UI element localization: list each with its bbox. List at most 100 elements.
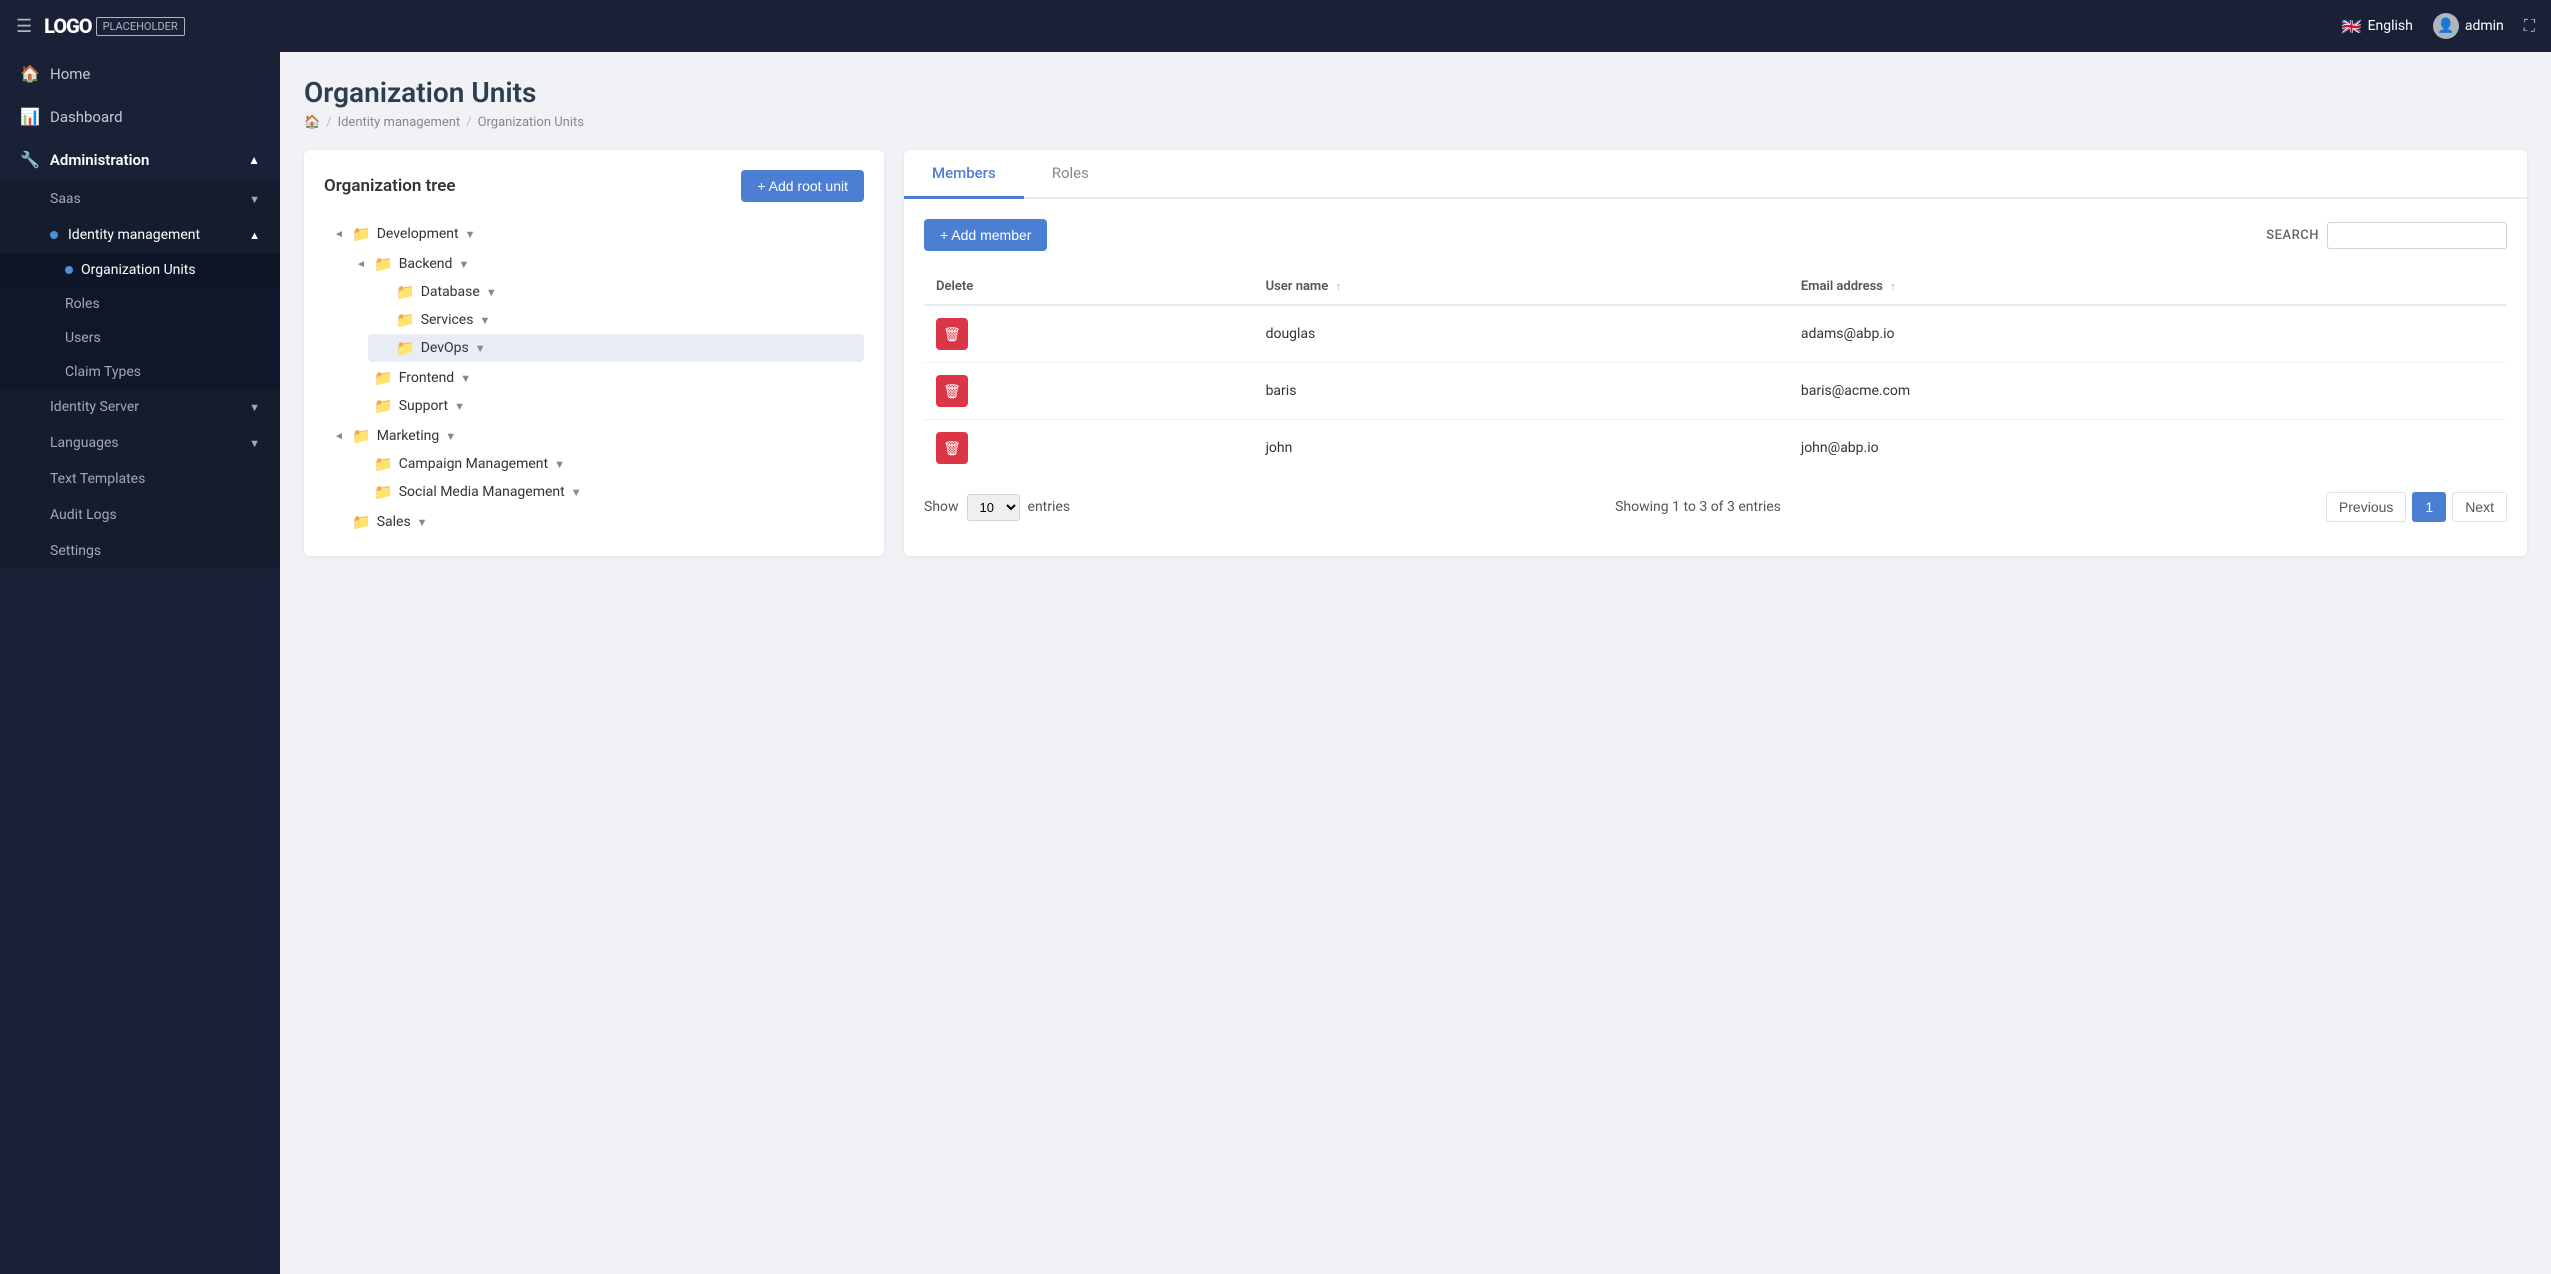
col-header-email[interactable]: Email address ↑: [1789, 269, 2507, 305]
pagination-buttons: Previous 1 Next: [2326, 492, 2507, 522]
identity-management-chevron-icon: ▲: [249, 229, 260, 242]
tree-row-database[interactable]: 📁 Database ▼: [368, 278, 864, 306]
table-header: Delete User name ↑ Email address ↑: [924, 269, 2507, 305]
tree-row-services[interactable]: 📁 Services ▼: [368, 306, 864, 334]
sidebar-item-claim-types[interactable]: Claim Types: [0, 355, 280, 389]
tree-row-sales[interactable]: 📁 Sales ▼: [324, 508, 864, 536]
tree-row-support[interactable]: 📁 Support ▼: [346, 392, 864, 420]
tree-children-development: ◄ 📁 Backend ▼ 📁 Database: [324, 250, 864, 420]
folder-icon-services: 📁: [396, 311, 415, 329]
layout: 🏠 Home 📊 Dashboard 🔧 Administration ▲ Sa…: [0, 52, 2551, 1274]
content-row: Organization tree + Add root unit ◄ 📁 De…: [304, 150, 2527, 556]
search-box: SEARCH: [2266, 222, 2507, 249]
tree-row-campaign-management[interactable]: 📁 Campaign Management ▼: [346, 450, 864, 478]
sidebar-languages-label: Languages: [50, 435, 119, 451]
tree-row-development[interactable]: ◄ 📁 Development ▼: [324, 220, 864, 248]
entries-select[interactable]: 10 25 50: [967, 494, 1020, 521]
tree-children-marketing: 📁 Campaign Management ▼ 📁 Social Media M…: [324, 450, 864, 506]
members-toolbar: + Add member SEARCH: [924, 219, 2507, 251]
delete-button-baris[interactable]: 🗑: [936, 375, 968, 407]
tree-label-devops: DevOps: [421, 340, 469, 356]
tree-caret-development: ▼: [465, 228, 476, 241]
sidebar-item-audit-logs[interactable]: Audit Logs: [0, 497, 280, 533]
sidebar-item-identity-management[interactable]: Identity management ▲: [0, 217, 280, 253]
expand-icon[interactable]: ⛶: [2524, 16, 2535, 36]
tree-row-frontend[interactable]: 📁 Frontend ▼: [346, 364, 864, 392]
show-label: Show: [924, 499, 959, 515]
username-sort-icon: ↑: [1335, 280, 1341, 293]
pagination-row: Show 10 25 50 entries Showing 1 to 3 of …: [924, 476, 2507, 526]
tree-row-backend[interactable]: ◄ 📁 Backend ▼: [346, 250, 864, 278]
tree-caret-frontend: ▼: [460, 372, 471, 385]
breadcrumb-sep2: /: [466, 115, 471, 130]
page-header: Organization Units 🏠 / Identity manageme…: [304, 76, 2527, 130]
add-member-button[interactable]: + Add member: [924, 219, 1047, 251]
sidebar-identity-management-label: Identity management: [68, 227, 200, 243]
sidebar-claim-types-label: Claim Types: [65, 364, 141, 380]
tree-label-support: Support: [399, 398, 448, 414]
sidebar-item-home[interactable]: 🏠 Home: [0, 52, 280, 95]
sidebar-item-saas[interactable]: Saas ▼: [0, 181, 280, 217]
tab-roles[interactable]: Roles: [1024, 150, 1117, 199]
tree-label-services: Services: [421, 312, 474, 328]
topbar: ☰ LOGO PLACEHOLDER 🇬🇧 English 👤 admin ⛶: [0, 0, 2551, 52]
tab-members[interactable]: Members: [904, 150, 1024, 199]
sidebar-item-languages[interactable]: Languages ▼: [0, 425, 280, 461]
sidebar-users-label: Users: [65, 330, 101, 346]
sidebar-item-users[interactable]: Users: [0, 321, 280, 355]
language-selector[interactable]: 🇬🇧 English: [2342, 17, 2413, 36]
table-row: 🗑 baris baris@acme.com: [924, 363, 2507, 420]
email-sort-icon: ↑: [1890, 280, 1896, 293]
tree-panel-header: Organization tree + Add root unit: [324, 170, 864, 202]
user-menu[interactable]: 👤 admin: [2433, 13, 2504, 39]
sidebar-item-identity-server[interactable]: Identity Server ▼: [0, 389, 280, 425]
breadcrumb-identity-link[interactable]: Identity management: [338, 115, 461, 130]
logo-text: LOGO: [44, 14, 91, 38]
sidebar-roles-label: Roles: [65, 296, 100, 312]
previous-page-button[interactable]: Previous: [2326, 492, 2406, 522]
search-input[interactable]: [2327, 222, 2507, 249]
table-row: 🗑 douglas adams@abp.io: [924, 305, 2507, 363]
next-page-button[interactable]: Next: [2452, 492, 2507, 522]
org-units-dot: [65, 266, 73, 274]
sidebar-item-administration[interactable]: 🔧 Administration ▲: [0, 138, 280, 181]
tree-row-social-media[interactable]: 📁 Social Media Management ▼: [346, 478, 864, 506]
sidebar-item-org-units[interactable]: Organization Units: [0, 253, 280, 287]
members-tabs: Members Roles: [904, 150, 2527, 199]
hamburger-icon[interactable]: ☰: [16, 16, 32, 37]
delete-button-john[interactable]: 🗑: [936, 432, 968, 464]
tree-row-devops[interactable]: 📁 DevOps ▼: [368, 334, 864, 362]
logo: LOGO PLACEHOLDER: [44, 14, 185, 38]
breadcrumb-home-icon[interactable]: 🏠: [304, 115, 320, 130]
add-root-unit-button[interactable]: + Add root unit: [741, 170, 864, 202]
language-label: English: [2368, 18, 2413, 34]
tree-caret-services: ▼: [479, 314, 490, 327]
identity-server-chevron-icon: ▼: [249, 401, 260, 414]
topbar-left: ☰ LOGO PLACEHOLDER: [16, 14, 185, 38]
folder-icon-social-media: 📁: [374, 483, 393, 501]
tree-label-sales: Sales: [377, 514, 411, 530]
sidebar-item-dashboard[interactable]: 📊 Dashboard: [0, 95, 280, 138]
col-header-delete: Delete: [924, 269, 1254, 305]
page-1-button[interactable]: 1: [2412, 492, 2446, 522]
tree-label-marketing: Marketing: [377, 428, 440, 444]
tree-toggle-development: ◄: [332, 229, 346, 240]
members-panel: Members Roles + Add member SEARCH: [904, 150, 2527, 556]
topbar-right: 🇬🇧 English 👤 admin ⛶: [2342, 13, 2535, 39]
table-cell-delete-2: 🗑: [924, 363, 1254, 420]
members-content: + Add member SEARCH Delete User name: [904, 199, 2527, 546]
col-header-username[interactable]: User name ↑: [1254, 269, 1789, 305]
tree-row-marketing[interactable]: ◄ 📁 Marketing ▼: [324, 422, 864, 450]
tree-children-backend: 📁 Database ▼ 📁 Services ▼: [346, 278, 864, 362]
delete-button-douglas[interactable]: 🗑: [936, 318, 968, 350]
table-cell-username-2: baris: [1254, 363, 1789, 420]
sidebar-org-units-label: Organization Units: [81, 262, 196, 278]
sidebar-dashboard-label: Dashboard: [50, 108, 123, 126]
sidebar-item-roles[interactable]: Roles: [0, 287, 280, 321]
sidebar-administration-label: Administration: [50, 151, 149, 169]
tree-caret-database: ▼: [486, 286, 497, 299]
sidebar-item-text-templates[interactable]: Text Templates: [0, 461, 280, 497]
wrench-icon: 🔧: [20, 150, 40, 169]
sidebar-item-settings[interactable]: Settings: [0, 533, 280, 569]
administration-submenu: Saas ▼ Identity management ▲ Organizatio…: [0, 181, 280, 569]
